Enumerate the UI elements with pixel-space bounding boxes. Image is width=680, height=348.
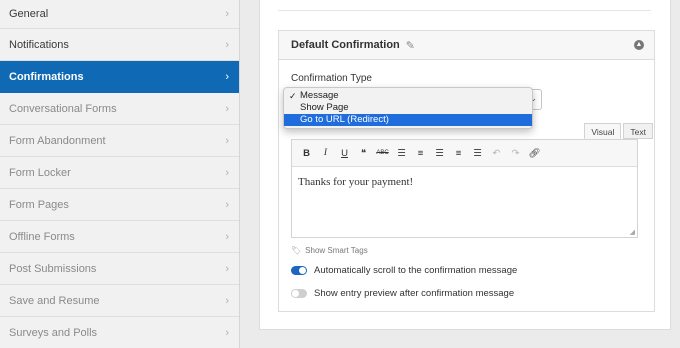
- link-icon[interactable]: 🔗︎: [525, 145, 544, 161]
- align-right-icon[interactable]: ☰: [468, 145, 487, 161]
- blockquote-icon[interactable]: ❝: [354, 145, 373, 161]
- strikethrough-icon[interactable]: ABC: [373, 145, 392, 161]
- auto-scroll-label: Automatically scroll to the confirmation…: [314, 265, 518, 276]
- sidebar-item-label: General: [9, 8, 49, 20]
- chevron-right-icon: ›: [225, 8, 229, 20]
- sidebar-item-label: Save and Resume: [9, 294, 100, 307]
- chevron-right-icon: ›: [225, 38, 229, 51]
- sidebar-item-label: Notifications: [9, 38, 69, 51]
- editor-text-area[interactable]: Thanks for your payment!: [292, 167, 637, 197]
- editor-tabs: Visual Text: [582, 123, 653, 139]
- tab-text[interactable]: Text: [623, 123, 653, 139]
- sidebar-item-offline-forms[interactable]: Offline Forms ›: [0, 221, 239, 253]
- sidebar-item-form-locker[interactable]: Form Locker ›: [0, 157, 239, 189]
- panel-title: Default Confirmation ✎: [291, 39, 415, 52]
- editor-text: Thanks for your payment!: [298, 176, 414, 188]
- chevron-right-icon: ›: [225, 326, 229, 339]
- align-left-icon[interactable]: ☰: [430, 145, 449, 161]
- chevron-right-icon: ›: [225, 198, 229, 211]
- panel-header[interactable]: Default Confirmation ✎ ▲: [279, 31, 654, 60]
- chevron-right-icon: ›: [225, 294, 229, 307]
- tab-visual[interactable]: Visual: [584, 123, 622, 139]
- redo-icon[interactable]: ↷: [506, 145, 525, 161]
- sidebar-item-notifications[interactable]: Notifications ›: [0, 29, 239, 61]
- entry-preview-toggle[interactable]: [291, 289, 307, 298]
- sidebar-item-general[interactable]: General ›: [0, 0, 239, 29]
- sidebar-item-label: Conversational Forms: [9, 102, 117, 115]
- sidebar-item-surveys-and-polls[interactable]: Surveys and Polls ›: [0, 317, 239, 348]
- divider: [278, 10, 651, 11]
- chevron-up-icon[interactable]: ▲: [634, 40, 644, 50]
- auto-scroll-toggle-row: Automatically scroll to the confirmation…: [291, 265, 517, 276]
- sidebar-item-label: Form Locker: [9, 166, 71, 179]
- smart-tags-label: Show Smart Tags: [305, 246, 368, 255]
- dropdown-option-message[interactable]: ✓ Message: [284, 90, 532, 102]
- italic-icon[interactable]: I: [316, 145, 335, 161]
- sidebar-item-form-pages[interactable]: Form Pages ›: [0, 189, 239, 221]
- entry-preview-label: Show entry preview after confirmation me…: [314, 288, 515, 299]
- settings-sidebar: General › Notifications › Confirmations …: [0, 0, 240, 348]
- resize-handle-icon[interactable]: ◢: [630, 228, 635, 236]
- sidebar-item-post-submissions[interactable]: Post Submissions ›: [0, 253, 239, 285]
- align-center-icon[interactable]: ≡: [449, 145, 468, 161]
- dropdown-option-show-page[interactable]: Show Page: [284, 102, 532, 114]
- sidebar-item-form-abandonment[interactable]: Form Abandonment ›: [0, 125, 239, 157]
- pencil-icon[interactable]: ✎: [406, 39, 415, 52]
- main-content: Default Confirmation ✎ ▲ Confirmation Ty…: [241, 0, 680, 348]
- message-editor: B I U ❝ ABC ☰ ≡ ☰ ≡ ☰ ↶ ↷ 🔗︎ Thanks for …: [291, 139, 638, 238]
- underline-icon[interactable]: U: [335, 145, 354, 161]
- chevron-right-icon: ›: [225, 70, 229, 83]
- undo-icon[interactable]: ↶: [487, 145, 506, 161]
- dropdown-option-redirect[interactable]: Go to URL (Redirect): [284, 114, 532, 126]
- tag-icon: 🏷︎: [291, 246, 302, 255]
- editor-toolbar: B I U ❝ ABC ☰ ≡ ☰ ≡ ☰ ↶ ↷ 🔗︎: [292, 140, 637, 167]
- sidebar-item-label: Form Pages: [9, 198, 69, 211]
- confirmation-type-dropdown: ✓ Message Show Page Go to URL (Redirect): [283, 87, 533, 129]
- bold-icon[interactable]: B: [297, 145, 316, 161]
- sidebar-item-conversational-forms[interactable]: Conversational Forms ›: [0, 93, 239, 125]
- sidebar-item-label: Post Submissions: [9, 262, 97, 275]
- bullet-list-icon[interactable]: ☰: [392, 145, 411, 161]
- settings-card: Default Confirmation ✎ ▲ Confirmation Ty…: [259, 0, 671, 330]
- sidebar-item-label: Form Abandonment: [9, 134, 106, 147]
- sidebar-item-label: Surveys and Polls: [9, 326, 98, 339]
- dropdown-option-label: Go to URL (Redirect): [300, 114, 389, 125]
- chevron-right-icon: ›: [225, 166, 229, 179]
- confirmation-type-label: Confirmation Type: [291, 73, 372, 84]
- sidebar-item-confirmations[interactable]: Confirmations ›: [0, 61, 239, 93]
- sidebar-item-save-and-resume[interactable]: Save and Resume ›: [0, 285, 239, 317]
- chevron-right-icon: ›: [225, 230, 229, 243]
- dropdown-option-label: Show Page: [300, 102, 349, 113]
- confirmation-panel: Default Confirmation ✎ ▲ Confirmation Ty…: [278, 30, 655, 312]
- checkmark-icon: ✓: [289, 91, 297, 101]
- sidebar-item-label: Offline Forms: [9, 230, 75, 243]
- panel-title-text: Default Confirmation: [291, 39, 400, 51]
- chevron-right-icon: ›: [225, 134, 229, 147]
- dropdown-option-label: Message: [300, 90, 339, 101]
- auto-scroll-toggle[interactable]: [291, 266, 307, 275]
- chevron-right-icon: ›: [225, 262, 229, 275]
- show-smart-tags-link[interactable]: 🏷︎ Show Smart Tags: [291, 246, 368, 255]
- sidebar-item-label: Confirmations: [9, 70, 84, 83]
- numbered-list-icon[interactable]: ≡: [411, 145, 430, 161]
- chevron-right-icon: ›: [225, 102, 229, 115]
- entry-preview-toggle-row: Show entry preview after confirmation me…: [291, 288, 514, 299]
